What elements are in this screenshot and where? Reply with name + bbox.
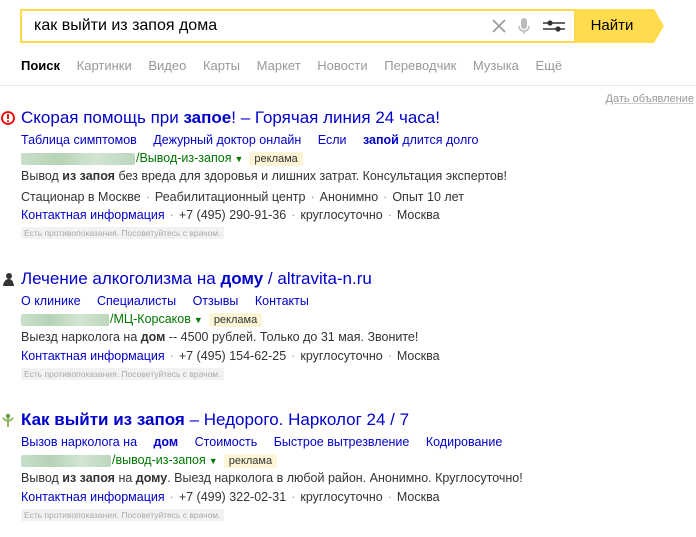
- tab-images[interactable]: Картинки: [77, 58, 132, 73]
- tab-maps[interactable]: Карты: [203, 58, 240, 73]
- sitelink[interactable]: Отзывы: [193, 294, 239, 308]
- sitelink[interactable]: О клинике: [21, 294, 81, 308]
- sitelink[interactable]: Дежурный доктор онлайн: [153, 133, 301, 147]
- phone: +7 (495) 290-91-36: [178, 208, 287, 222]
- contact-info-link[interactable]: Контактная информация: [21, 349, 165, 363]
- medical-warning: Есть противопоказания. Посоветуйтесь с в…: [21, 509, 224, 521]
- result-url[interactable]: /Вывод-из-запоя ▼ реклама: [21, 151, 303, 167]
- search-tabs: Поиск Картинки Видео Карты Маркет Новост…: [21, 58, 575, 73]
- url-dropdown-icon[interactable]: ▼: [194, 315, 203, 325]
- blurred-domain: [21, 152, 135, 165]
- search-button[interactable]: Найти: [574, 9, 664, 43]
- blurred-domain: [21, 454, 111, 467]
- result-title-link[interactable]: Скорая помощь при запое! – Горячая линия…: [21, 108, 440, 128]
- tab-market[interactable]: Маркет: [257, 58, 301, 73]
- person-icon: [3, 273, 14, 286]
- sitelink[interactable]: Таблица симптомов: [21, 133, 137, 147]
- result-features: Стационар в Москве · Реабилитационный цент…: [21, 190, 464, 204]
- result-title-link[interactable]: Лечение алкоголизма на дому / altravita-…: [21, 269, 372, 289]
- sitelinks: Таблица симптомов Дежурный доктор онлайн…: [21, 133, 504, 147]
- sitelink[interactable]: Быстрое вытрезвление: [274, 435, 410, 449]
- tab-news[interactable]: Новости: [317, 58, 367, 73]
- sitelink[interactable]: Контакты: [255, 294, 309, 308]
- ad-badge: реклама: [208, 313, 263, 327]
- tab-translator[interactable]: Переводчик: [384, 58, 456, 73]
- sitelink[interactable]: Вызов нарколога на дом: [21, 435, 178, 449]
- blurred-domain: [21, 313, 109, 326]
- tab-more[interactable]: Ещё: [536, 58, 563, 73]
- tab-search[interactable]: Поиск: [21, 58, 60, 73]
- phone: +7 (499) 322-02-31: [178, 490, 287, 504]
- sitelinks: Вызов нарколога на дом Стоимость Быстрое…: [21, 435, 515, 449]
- url-dropdown-icon[interactable]: ▼: [234, 154, 243, 164]
- result-url[interactable]: /МЦ-Корсаков ▼ реклама: [21, 312, 263, 328]
- phone: +7 (495) 154-62-25: [178, 349, 287, 363]
- ad-badge: реклама: [223, 454, 278, 468]
- result-contacts: Контактная информация · +7 (495) 290-91-36…: [21, 208, 440, 222]
- sitelink[interactable]: Специалисты: [97, 294, 176, 308]
- settings-sliders-icon[interactable]: [543, 19, 565, 33]
- tab-video[interactable]: Видео: [148, 58, 186, 73]
- tabs-divider: [0, 85, 696, 86]
- result-snippet: Выезд нарколога на дом -- 4500 рублей. Т…: [21, 330, 419, 344]
- result-snippet: Вывод из запоя на дому. Выезд нарколога …: [21, 471, 523, 485]
- clear-icon[interactable]: [491, 18, 507, 34]
- medical-warning: Есть противопоказания. Посоветуйтесь с в…: [21, 368, 224, 380]
- place-ad-link[interactable]: Дать объявление: [606, 93, 695, 105]
- medical-warning: Есть противопоказания. Посоветуйтесь с в…: [21, 227, 224, 239]
- result-snippet: Вывод из запоя без вреда для здоровья и …: [21, 169, 507, 183]
- tab-music[interactable]: Музыка: [473, 58, 519, 73]
- ad-badge: реклама: [249, 152, 303, 166]
- result-contacts: Контактная информация · +7 (495) 154-62-25…: [21, 349, 440, 363]
- search-query[interactable]: как выйти из запоя дома: [34, 17, 217, 35]
- search-bar: как выйти из запоя дома Найти: [20, 9, 664, 43]
- alert-circle-icon: [1, 111, 15, 125]
- contact-info-link[interactable]: Контактная информация: [21, 208, 165, 222]
- leaf-icon: [2, 413, 14, 427]
- sitelink[interactable]: Если запой длится долго: [318, 133, 492, 147]
- sitelink[interactable]: Стоимость: [195, 435, 258, 449]
- result-title-link[interactable]: Как выйти из запоя – Недорого. Нарколог …: [21, 410, 409, 430]
- url-dropdown-icon[interactable]: ▼: [209, 456, 218, 466]
- search-input[interactable]: как выйти из запоя дома: [20, 9, 574, 43]
- microphone-icon[interactable]: [518, 18, 530, 35]
- sitelinks: О клинике Специалисты Отзывы Контакты: [21, 294, 322, 308]
- result-contacts: Контактная информация · +7 (499) 322-02-31…: [21, 490, 440, 504]
- contact-info-link[interactable]: Контактная информация: [21, 490, 165, 504]
- result-url[interactable]: /вывод-из-запоя ▼ реклама: [21, 453, 278, 469]
- sitelink[interactable]: Кодирование: [426, 435, 502, 449]
